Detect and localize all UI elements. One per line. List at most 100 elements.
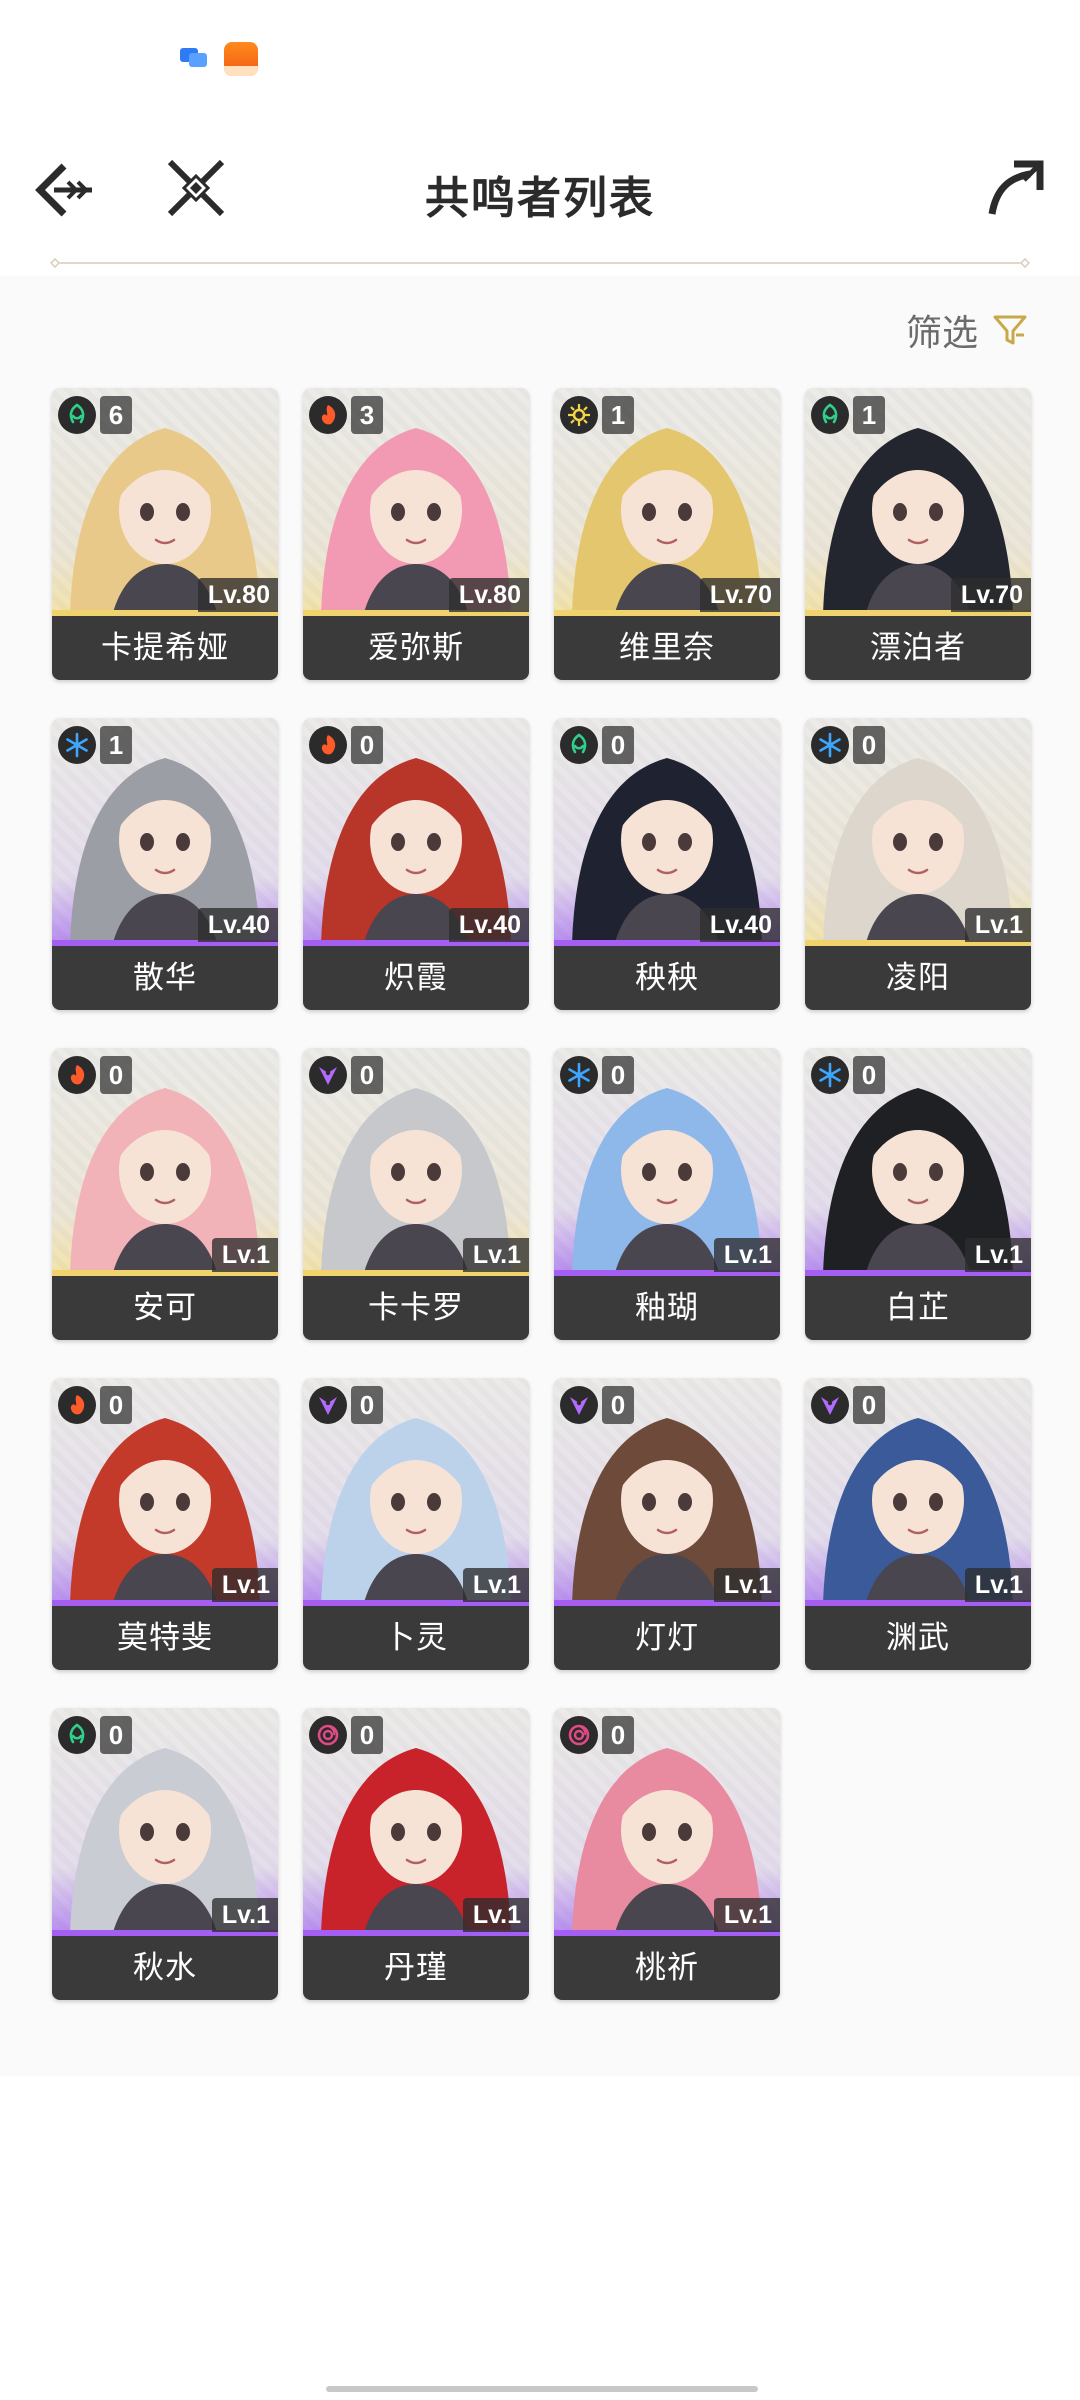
resonator-card[interactable]: 0 Lv.40 炽霞 — [303, 718, 529, 1010]
resonator-card[interactable]: 0 Lv.1 灯灯 — [554, 1378, 780, 1670]
home-indicator[interactable] — [326, 2386, 758, 2392]
element-aero-icon — [560, 726, 598, 764]
element-aero-icon — [811, 396, 849, 434]
status-bar — [0, 0, 1080, 110]
resonator-card[interactable]: 1 Lv.70 维里奈 — [554, 388, 780, 680]
sequence-rank-badge: 0 — [602, 1056, 634, 1094]
level-badge: Lv.1 — [964, 1238, 1031, 1272]
resonator-name: 凌阳 — [805, 946, 1031, 1010]
filter-button[interactable]: 筛选 — [906, 306, 1028, 354]
resonator-name: 漂泊者 — [805, 616, 1031, 680]
resonator-card[interactable]: 0 Lv.1 秋水 — [52, 1708, 278, 2000]
resonator-card[interactable]: 0 Lv.1 釉瑚 — [554, 1048, 780, 1340]
resonator-card[interactable]: 0 Lv.1 丹瑾 — [303, 1708, 529, 2000]
level-badge: Lv.1 — [964, 908, 1031, 942]
level-badge: Lv.1 — [211, 1238, 278, 1272]
filter-label: 筛选 — [905, 312, 978, 353]
level-badge: Lv.70 — [699, 578, 780, 612]
resonator-card[interactable]: 0 Lv.1 卡卡罗 — [303, 1048, 529, 1340]
element-aero-icon — [58, 396, 96, 434]
resonator-name: 釉瑚 — [554, 1276, 780, 1340]
level-badge: Lv.70 — [950, 578, 1031, 612]
element-fusion-icon — [58, 1386, 96, 1424]
sequence-rank-badge: 3 — [351, 396, 383, 434]
level-badge: Lv.1 — [964, 1568, 1031, 1602]
resonator-card[interactable]: 3 Lv.80 爱弥斯 — [303, 388, 529, 680]
resonator-card[interactable]: 0 Lv.40 秧秧 — [554, 718, 780, 1010]
resonator-list-screen: 共鸣者列表 筛选 6 Lv.80 卡提希娅 3 Lv.80 爱弥斯 1 Lv.7… — [0, 0, 1080, 2400]
level-badge: Lv.1 — [211, 1568, 278, 1602]
resonator-card[interactable]: 0 Lv.1 白芷 — [805, 1048, 1031, 1340]
element-havoc-icon — [309, 1716, 347, 1754]
sequence-rank-badge: 0 — [351, 1716, 383, 1754]
level-badge: Lv.40 — [448, 908, 529, 942]
element-spectro-icon — [560, 396, 598, 434]
app-notification-icon — [224, 42, 258, 76]
element-glacio-icon — [560, 1056, 598, 1094]
resonator-name: 秋水 — [52, 1936, 278, 2000]
resonator-card[interactable]: 0 Lv.1 莫特斐 — [52, 1378, 278, 1670]
resonator-name: 维里奈 — [554, 616, 780, 680]
header-bar: 共鸣者列表 — [0, 130, 1080, 250]
element-electro-icon — [309, 1056, 347, 1094]
resonator-card[interactable]: 0 Lv.1 卜灵 — [303, 1378, 529, 1670]
sequence-rank-badge: 0 — [100, 1386, 132, 1424]
resonator-name: 桃祈 — [554, 1936, 780, 2000]
sequence-rank-badge: 1 — [602, 396, 634, 434]
element-fusion-icon — [58, 1056, 96, 1094]
level-badge: Lv.80 — [448, 578, 529, 612]
resonator-card[interactable]: 1 Lv.40 散华 — [52, 718, 278, 1010]
resonator-grid-panel: 筛选 6 Lv.80 卡提希娅 3 Lv.80 爱弥斯 1 Lv.70 维里奈 … — [0, 276, 1080, 2076]
sequence-rank-badge: 0 — [853, 1056, 885, 1094]
resonator-name: 白芷 — [805, 1276, 1031, 1340]
element-electro-icon — [811, 1386, 849, 1424]
sequence-rank-badge: 0 — [351, 726, 383, 764]
level-badge: Lv.80 — [197, 578, 278, 612]
page-title: 共鸣者列表 — [425, 174, 655, 223]
resonator-card[interactable]: 0 Lv.1 安可 — [52, 1048, 278, 1340]
sequence-rank-badge: 0 — [351, 1056, 383, 1094]
level-badge: Lv.1 — [211, 1898, 278, 1932]
resonator-name: 卡卡罗 — [303, 1276, 529, 1340]
resonator-name: 卡提希娅 — [52, 616, 278, 680]
sequence-rank-badge: 6 — [100, 396, 132, 434]
resonator-name: 渊武 — [805, 1606, 1031, 1670]
sequence-rank-badge: 0 — [100, 1716, 132, 1754]
resonator-name: 爱弥斯 — [303, 616, 529, 680]
sequence-rank-badge: 0 — [853, 726, 885, 764]
sequence-rank-badge: 0 — [602, 1386, 634, 1424]
element-electro-icon — [560, 1386, 598, 1424]
resonator-grid: 6 Lv.80 卡提希娅 3 Lv.80 爱弥斯 1 Lv.70 维里奈 1 L… — [52, 388, 1032, 2000]
element-glacio-icon — [58, 726, 96, 764]
sequence-rank-badge: 0 — [351, 1386, 383, 1424]
element-havoc-icon — [560, 1716, 598, 1754]
level-badge: Lv.1 — [713, 1898, 780, 1932]
element-fusion-icon — [309, 726, 347, 764]
level-badge: Lv.40 — [197, 908, 278, 942]
sequence-rank-badge: 1 — [853, 396, 885, 434]
share-arrow-icon[interactable] — [984, 156, 1048, 220]
resonator-card[interactable]: 1 Lv.70 漂泊者 — [805, 388, 1031, 680]
element-glacio-icon — [811, 726, 849, 764]
level-badge: Lv.40 — [699, 908, 780, 942]
element-aero-icon — [58, 1716, 96, 1754]
level-badge: Lv.1 — [713, 1568, 780, 1602]
sequence-rank-badge: 0 — [100, 1056, 132, 1094]
level-badge: Lv.1 — [462, 1238, 529, 1272]
level-badge: Lv.1 — [462, 1568, 529, 1602]
sequence-rank-badge: 0 — [602, 1716, 634, 1754]
resonator-card[interactable]: 6 Lv.80 卡提希娅 — [52, 388, 278, 680]
sequence-rank-badge: 0 — [602, 726, 634, 764]
resonator-name: 炽霞 — [303, 946, 529, 1010]
filter-funnel-icon — [993, 315, 1027, 345]
resonator-name: 卜灵 — [303, 1606, 529, 1670]
resonator-card[interactable]: 0 Lv.1 凌阳 — [805, 718, 1031, 1010]
chat-notification-icon — [180, 48, 207, 67]
sequence-rank-badge: 0 — [853, 1386, 885, 1424]
level-badge: Lv.1 — [462, 1898, 529, 1932]
resonator-card[interactable]: 0 Lv.1 渊武 — [805, 1378, 1031, 1670]
sequence-rank-badge: 1 — [100, 726, 132, 764]
element-glacio-icon — [811, 1056, 849, 1094]
resonator-name: 灯灯 — [554, 1606, 780, 1670]
resonator-card[interactable]: 0 Lv.1 桃祈 — [554, 1708, 780, 2000]
